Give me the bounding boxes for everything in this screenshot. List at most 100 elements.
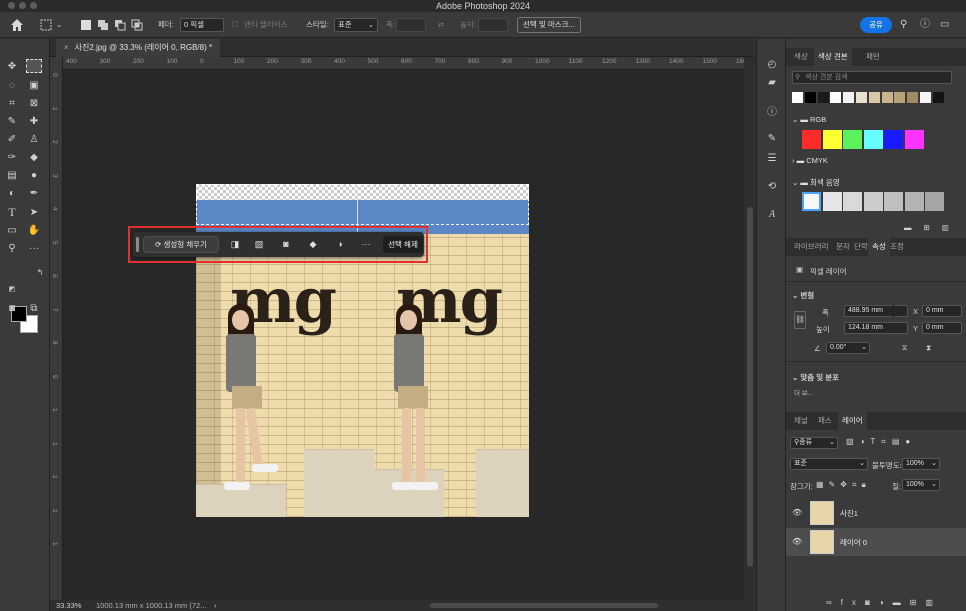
image-filter-icon[interactable]: ▨ bbox=[846, 437, 860, 446]
zoom-level[interactable]: 33.33% bbox=[56, 601, 81, 610]
status-menu-arrow[interactable]: › bbox=[214, 601, 217, 610]
color-swatch[interactable] bbox=[863, 130, 883, 149]
share-button[interactable]: 공유 bbox=[860, 17, 892, 33]
help-icon[interactable]: ⓘ bbox=[920, 18, 930, 32]
screen-mode-icon[interactable]: ⧉ bbox=[26, 301, 42, 315]
color-swatch[interactable] bbox=[843, 92, 855, 103]
lock-position-icon[interactable]: ✥ bbox=[840, 480, 852, 489]
color-swatch[interactable] bbox=[925, 192, 944, 211]
history-brush-tool-icon[interactable]: ✑ bbox=[4, 150, 20, 164]
more-tools-icon[interactable]: ··· bbox=[26, 241, 42, 255]
blend-mode-select[interactable]: 표준 ⌄ bbox=[790, 458, 868, 470]
modify-selection-icon[interactable]: ◨ bbox=[228, 237, 242, 251]
swatch-group-header[interactable]: › ▬ CMYK bbox=[792, 156, 828, 165]
clone-source-icon[interactable]: ⟲ bbox=[765, 179, 779, 193]
chevron-down-icon[interactable]: ⌄ bbox=[56, 18, 62, 32]
search-icon[interactable]: ⚲ bbox=[900, 18, 907, 32]
color-swatch[interactable] bbox=[792, 92, 803, 103]
move-tool-icon[interactable]: ✥ bbox=[4, 59, 20, 73]
blur-tool-icon[interactable]: ● bbox=[26, 168, 42, 182]
color-swatch[interactable] bbox=[830, 92, 842, 103]
pen-tool-icon[interactable]: ✒ bbox=[26, 186, 42, 200]
group-icon[interactable]: ▬ bbox=[893, 598, 910, 607]
add-to-selection-icon[interactable] bbox=[97, 19, 109, 31]
zoom-tool-icon[interactable]: ⚲ bbox=[4, 241, 20, 255]
panel-tab[interactable]: 패스 bbox=[814, 412, 836, 430]
panel-tab[interactable]: 채널 bbox=[790, 412, 812, 430]
align-section[interactable]: ⌄ 맞춤 및 분포 bbox=[792, 372, 839, 383]
add-icon[interactable]: ⊞ bbox=[924, 223, 942, 232]
default-colors-icon[interactable]: ◩ bbox=[4, 282, 20, 296]
eyedropper-tool-icon[interactable]: ✎ bbox=[4, 114, 20, 128]
color-swatch[interactable] bbox=[822, 130, 842, 149]
color-swatch[interactable] bbox=[843, 130, 862, 149]
select-and-mask-button[interactable]: 선택 및 마스크... bbox=[517, 17, 581, 33]
generative-fill-button[interactable]: ⟳ 생성형 채우기 bbox=[143, 236, 219, 253]
filter-toggle-icon[interactable]: ● bbox=[905, 437, 916, 446]
create-mask-icon[interactable]: ◙ bbox=[279, 237, 293, 251]
vertical-scrollbar[interactable] bbox=[744, 57, 756, 600]
feather-input[interactable]: 0 픽셀 bbox=[180, 18, 224, 32]
rectangular-marquee-tool-icon[interactable] bbox=[26, 59, 42, 73]
sliders-icon[interactable]: ☰ bbox=[765, 151, 779, 165]
vertical-ruler[interactable]: 0 1 2 3 4 5 6 7 8 9 1 1 1 1 1 bbox=[50, 57, 63, 600]
panel-tab[interactable]: 색상 bbox=[790, 48, 812, 66]
path-selection-tool-icon[interactable]: ➤ bbox=[26, 205, 42, 219]
color-swatch[interactable] bbox=[932, 92, 944, 103]
color-swatch[interactable] bbox=[884, 130, 903, 149]
panel-tab[interactable]: 라이브러리 bbox=[790, 238, 833, 256]
layer-row[interactable]: 👁︎ 사진1 bbox=[786, 499, 966, 527]
crop-tool-icon[interactable]: ⌗ bbox=[4, 96, 20, 110]
width-field[interactable]: 488.95 mm bbox=[844, 305, 908, 317]
shape-filter-icon[interactable]: ⌗ bbox=[881, 437, 892, 446]
style-select[interactable]: 표준 ⌄ bbox=[334, 18, 378, 32]
swap-colors-icon[interactable]: ↰ bbox=[32, 265, 48, 279]
color-swatch[interactable] bbox=[884, 192, 903, 211]
lock-all-icon[interactable]: 🔒︎ bbox=[861, 480, 870, 489]
color-swatch[interactable] bbox=[843, 192, 862, 211]
more-link[interactable]: 더 보... bbox=[794, 387, 813, 397]
subtract-selection-icon[interactable] bbox=[114, 19, 126, 31]
workspace-icon[interactable]: ▭ bbox=[940, 18, 949, 32]
panel-tab[interactable]: 조정 bbox=[886, 238, 908, 256]
invert-selection-icon[interactable]: ▧ bbox=[252, 237, 266, 251]
drag-handle[interactable] bbox=[136, 237, 139, 252]
color-swatch[interactable] bbox=[881, 92, 893, 103]
rectangle-tool-icon[interactable]: ▭ bbox=[4, 223, 20, 237]
lock-pixels-icon[interactable]: ✎ bbox=[829, 480, 841, 489]
comments-icon[interactable]: ▰ bbox=[765, 75, 779, 89]
layer-name[interactable]: 사진1 bbox=[840, 508, 858, 519]
mask-icon[interactable]: ◙ bbox=[865, 598, 879, 607]
lasso-tool-icon[interactable]: ◌ bbox=[4, 78, 20, 92]
hand-tool-icon[interactable]: ✋ bbox=[26, 223, 42, 237]
swatch-search-input[interactable]: ⚲ 색상 견본 검색 bbox=[792, 71, 952, 84]
height-input[interactable] bbox=[478, 18, 508, 32]
trash-icon[interactable]: ▥ bbox=[925, 598, 942, 607]
new-layer-icon[interactable]: ⊞ bbox=[910, 598, 926, 607]
visibility-eye-icon[interactable]: 👁︎ bbox=[792, 537, 802, 546]
color-swatch[interactable] bbox=[894, 92, 906, 103]
layer-name[interactable]: 레이어 0 bbox=[840, 537, 867, 548]
home-icon[interactable] bbox=[8, 17, 26, 33]
brush-settings-icon[interactable]: ✎ bbox=[765, 131, 779, 145]
clone-stamp-tool-icon[interactable]: ♙ bbox=[26, 132, 42, 146]
intersect-selection-icon[interactable] bbox=[131, 19, 143, 31]
dodge-tool-icon[interactable]: ◐ bbox=[4, 186, 20, 200]
swatch-group-header[interactable]: ⌄ ▬ 회색 음영 bbox=[792, 177, 840, 188]
lock-transparency-icon[interactable]: ▦ bbox=[816, 480, 829, 489]
color-swatch[interactable] bbox=[802, 130, 821, 149]
color-swatch[interactable] bbox=[907, 92, 919, 103]
close-tab-icon[interactable]: × bbox=[64, 43, 69, 52]
deselect-button[interactable]: 선택 해제 bbox=[383, 236, 423, 253]
horizontal-ruler[interactable]: 400 300 200 100 0 100 200 300 400 500 600 700 800 900… bbox=[63, 57, 744, 70]
height-field[interactable]: 124.18 mm bbox=[844, 322, 908, 334]
marquee-tool-preset-icon[interactable] bbox=[40, 19, 52, 31]
adjustment-icon[interactable]: ◑ bbox=[879, 598, 893, 607]
panel-tab[interactable]: 레이어 bbox=[838, 412, 867, 430]
color-swatch[interactable] bbox=[904, 192, 924, 211]
transform-section[interactable]: ⌄ 변형 bbox=[792, 290, 814, 301]
flip-vertical-icon[interactable]: ⧗ bbox=[926, 343, 931, 353]
swatch-panel-actions[interactable]: ▬⊞▥ bbox=[904, 223, 961, 232]
color-swatch[interactable] bbox=[920, 92, 931, 103]
fill-field[interactable]: 100% ⌄ bbox=[902, 479, 940, 491]
